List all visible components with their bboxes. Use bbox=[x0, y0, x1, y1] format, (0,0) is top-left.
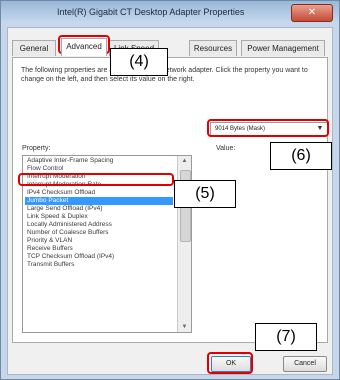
title-bar: Intel(R) Gigabit CT Desktop Adapter Prop… bbox=[1, 1, 339, 23]
scroll-up-icon[interactable]: ▲ bbox=[178, 156, 191, 166]
scroll-down-icon[interactable]: ▼ bbox=[178, 322, 191, 332]
callout-step-7: (7) bbox=[255, 323, 317, 351]
list-item[interactable]: TCP Checksum Offload (IPv4) bbox=[25, 253, 173, 261]
panel-description: The following properties are available f… bbox=[21, 67, 308, 83]
callout-step-5: (5) bbox=[174, 180, 236, 208]
list-item[interactable]: Priority & VLAN bbox=[25, 237, 173, 245]
list-item[interactable]: Adaptive Inter-Frame Spacing bbox=[25, 157, 173, 165]
list-item[interactable]: Number of Coalesce Buffers bbox=[25, 229, 173, 237]
list-item[interactable]: Flow Control bbox=[25, 165, 173, 173]
property-label: Property: bbox=[22, 145, 51, 152]
list-item[interactable]: Receive Buffers bbox=[25, 245, 173, 253]
list-item[interactable]: Transmit Buffers bbox=[25, 261, 173, 269]
cancel-button[interactable]: Cancel bbox=[283, 356, 327, 372]
list-item[interactable]: Large Send Offload (IPv4) bbox=[25, 205, 173, 213]
list-item-selected[interactable]: Jumbo Packet bbox=[25, 197, 173, 205]
list-item[interactable]: Link Speed & Duplex bbox=[25, 213, 173, 221]
tab-general[interactable]: General bbox=[12, 40, 56, 56]
window-title: Intel(R) Gigabit CT Desktop Adapter Prop… bbox=[57, 7, 245, 17]
advanced-panel: The following properties are available f… bbox=[12, 57, 328, 343]
highlight-ok-button bbox=[207, 352, 253, 374]
list-item[interactable]: IPv4 Checksum Offload bbox=[25, 189, 173, 197]
close-button[interactable]: ✕ bbox=[291, 4, 333, 22]
value-label: Value: bbox=[216, 145, 236, 152]
list-item[interactable]: Locally Administered Address bbox=[25, 221, 173, 229]
highlight-jumbo-packet bbox=[18, 173, 174, 186]
tab-advanced[interactable]: Advanced bbox=[61, 38, 107, 56]
tab-power-management[interactable]: Power Management bbox=[241, 40, 325, 56]
callout-step-6: (6) bbox=[270, 142, 332, 170]
tab-resources[interactable]: Resources bbox=[189, 40, 237, 56]
callout-step-4: (4) bbox=[110, 48, 168, 76]
highlight-value-dropdown bbox=[207, 119, 329, 137]
